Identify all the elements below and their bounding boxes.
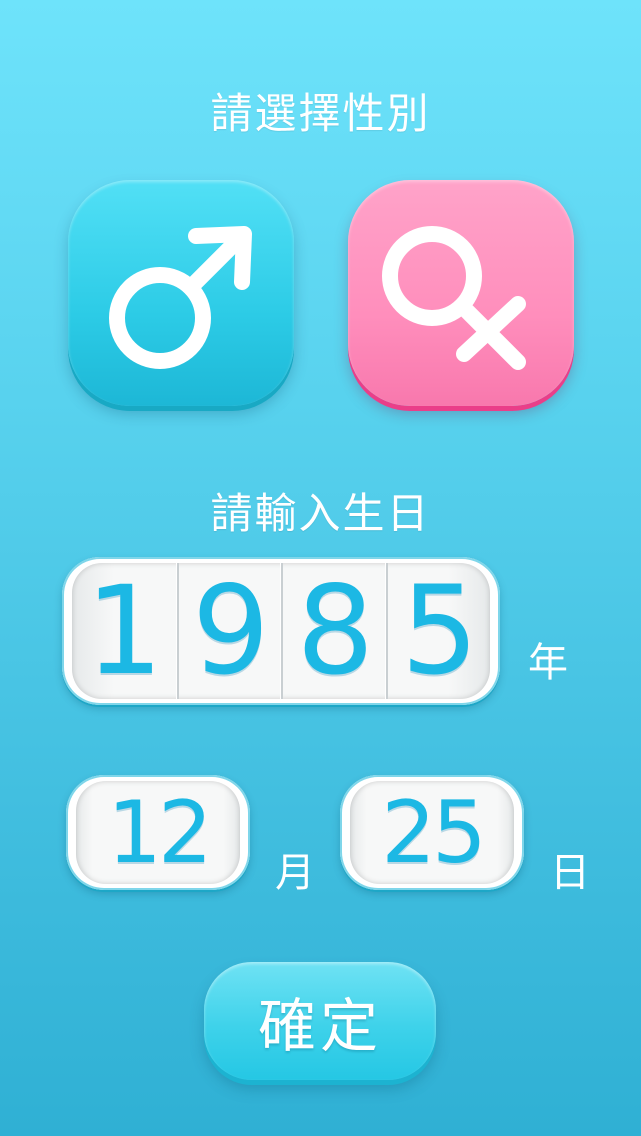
confirm-button[interactable]: 確定	[204, 962, 436, 1080]
year-digit-4[interactable]: 5	[385, 563, 491, 699]
year-picker[interactable]: 1 9 8 5	[62, 557, 500, 705]
year-unit-label: 年	[528, 640, 568, 686]
year-digit-3[interactable]: 8	[281, 563, 388, 699]
month-picker[interactable]: 12	[66, 775, 250, 890]
year-digit-1[interactable]: 1	[72, 563, 177, 699]
day-picker[interactable]: 25	[340, 775, 524, 890]
male-button[interactable]	[68, 180, 294, 406]
year-digit-2[interactable]: 9	[176, 563, 284, 699]
male-icon	[109, 226, 252, 369]
month-value: 12	[107, 782, 212, 883]
day-value: 25	[381, 782, 486, 883]
gender-title: 請選擇性別	[210, 89, 431, 138]
month-unit-label: 月	[275, 850, 315, 896]
birthday-title: 請輸入生日	[210, 489, 431, 538]
female-button[interactable]	[348, 180, 574, 406]
day-unit-label: 日	[550, 850, 590, 896]
female-icon	[382, 226, 526, 370]
